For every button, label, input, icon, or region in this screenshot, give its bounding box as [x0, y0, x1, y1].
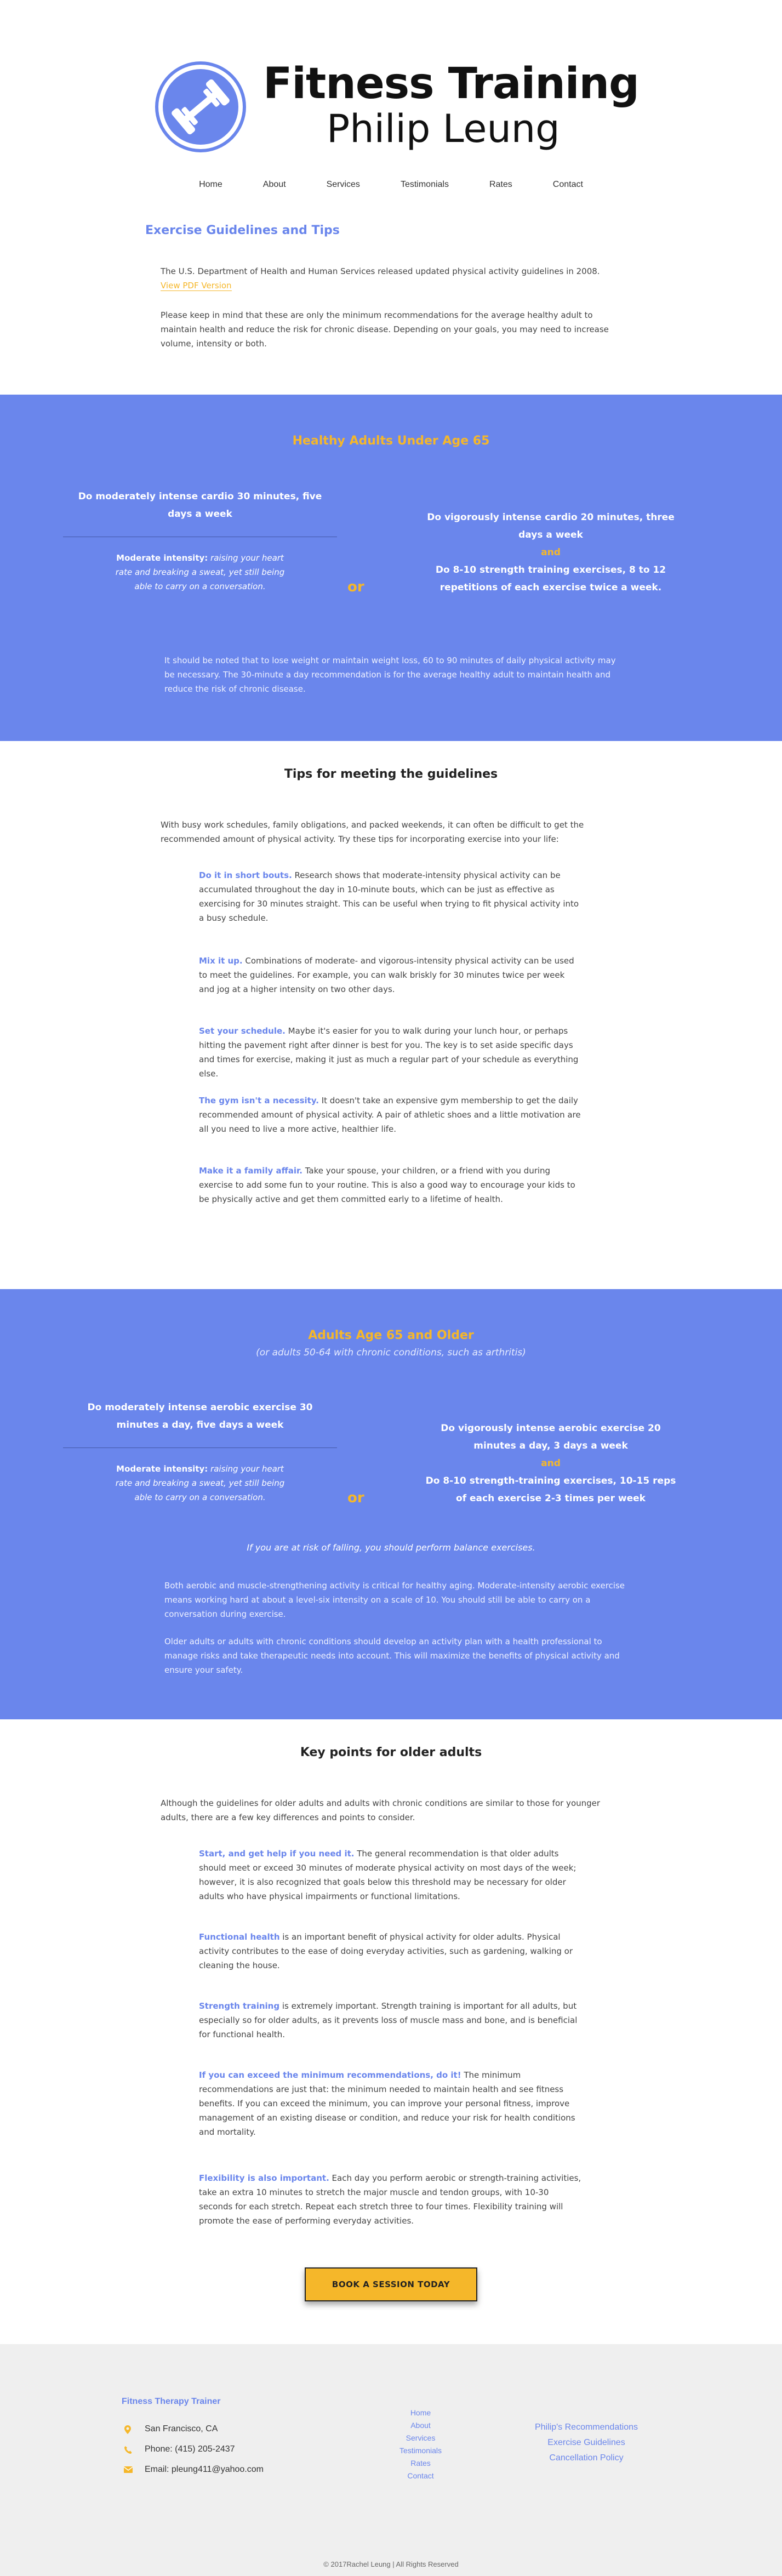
- book-session-button[interactable]: BOOK A SESSION TODAY: [304, 2267, 478, 2301]
- moderate-desc: Moderate intensity: raising your heart r…: [63, 1462, 337, 1504]
- footer-location: San Francisco, CA: [124, 2424, 218, 2434]
- key-point-item: Strength training is extremely important…: [199, 1999, 583, 2042]
- site-subtitle: Philip Leung: [327, 106, 560, 151]
- footer-resources: Philip's Recommendations Exercise Guidel…: [523, 2420, 649, 2466]
- key-points-heading: Key points for older adults: [300, 1746, 482, 1759]
- footer-phone: Phone: (415) 205-2437: [124, 2444, 235, 2454]
- vigorous-text: Do vigorously intense cardio 20 minutes,…: [427, 512, 675, 540]
- tip-item: The gym isn't a necessity. It doesn't ta…: [199, 1093, 583, 1136]
- location-pin-icon: [124, 2425, 132, 2434]
- tip-item: Do it in short bouts. Research shows tha…: [199, 868, 583, 925]
- band-title: Healthy Adults Under Age 65: [292, 434, 490, 448]
- tips-lead: With busy work schedules, family obligat…: [161, 820, 584, 844]
- footer-email-text[interactable]: Email: pleung411@yahoo.com: [145, 2465, 264, 2475]
- moderate-column: Do moderately intense aerobic exercise 3…: [63, 1399, 337, 1504]
- page-title: Exercise Guidelines and Tips: [145, 224, 340, 237]
- tip-keyword: Set your schedule.: [199, 1026, 286, 1036]
- moderate-label: Moderate intensity:: [116, 553, 208, 563]
- strength-text: Do 8-10 strength-training exercises, 10-…: [425, 1475, 676, 1504]
- moderate-heading: Do moderately intense aerobic exercise 3…: [87, 1402, 313, 1431]
- activity-plan-note: Older adults or adults with chronic cond…: [164, 1637, 620, 1675]
- tip-keyword: The gym isn't a necessity.: [199, 1096, 319, 1105]
- key-point-keyword: Functional health: [199, 1932, 280, 1942]
- tips-section: Tips for meeting the guidelines With bus…: [0, 741, 782, 1289]
- aerobic-note: Both aerobic and muscle-strengthening ac…: [164, 1581, 625, 1619]
- moderate-heading: Do moderately intense cardio 30 minutes,…: [78, 491, 322, 520]
- site-title: Fitness Training: [263, 59, 640, 109]
- older-adults-section: Key points for older adults Although the…: [0, 1719, 782, 2344]
- footer-link-about[interactable]: About: [386, 2419, 455, 2432]
- site-footer: Fitness Therapy Trainer San Francisco, C…: [0, 2344, 782, 2576]
- over-65-section: Adults Age 65 and Older (or adults 50-64…: [0, 1289, 782, 1719]
- footer-link-contact[interactable]: Contact: [386, 2470, 455, 2482]
- or-divider: or: [347, 579, 364, 595]
- band-title: Adults Age 65 and Older: [308, 1329, 474, 1342]
- weight-loss-note: It should be noted that to lose weight o…: [164, 656, 616, 694]
- key-point-keyword: Strength training: [199, 2001, 280, 2011]
- key-point-text: The minimum recommendations are just tha…: [199, 2070, 575, 2137]
- site-header: Fitness Training Philip Leung Home About…: [0, 0, 782, 189]
- footer-nav: Home About Services Testimonials Rates C…: [386, 2407, 455, 2482]
- copyright: © 2017Rachel Leung | All Rights Reserved: [323, 2560, 459, 2568]
- phone-icon: [124, 2446, 132, 2454]
- view-pdf-link[interactable]: View PDF Version: [161, 281, 232, 291]
- cta-wrap: BOOK A SESSION TODAY: [0, 2267, 782, 2301]
- footer-link-guidelines[interactable]: Exercise Guidelines: [523, 2435, 649, 2450]
- key-point-keyword: Start, and get help if you need it.: [199, 1849, 355, 1859]
- footer-link-home[interactable]: Home: [386, 2407, 455, 2419]
- tip-item: Set your schedule. Maybe it's easier for…: [199, 1024, 583, 1081]
- tip-item: Make it a family affair. Take your spous…: [199, 1164, 583, 1206]
- tips-heading: Tips for meeting the guidelines: [284, 767, 498, 781]
- tip-keyword: Mix it up.: [199, 956, 243, 966]
- footer-title: Fitness Therapy Trainer: [122, 2397, 221, 2406]
- intro-paragraph-2: Please keep in mind that these are only …: [161, 310, 609, 349]
- under-65-section: Healthy Adults Under Age 65 Do moderatel…: [0, 395, 782, 741]
- balance-note: If you are at risk of falling, you shoul…: [247, 1542, 535, 1553]
- tip-keyword: Make it a family affair.: [199, 1166, 302, 1176]
- tip-text: Combinations of moderate- and vigorous-i…: [199, 956, 574, 994]
- band-subtitle: (or adults 50-64 with chronic conditions…: [256, 1347, 526, 1358]
- moderate-desc: Moderate intensity: raising your heart r…: [63, 551, 337, 594]
- or-divider: or: [347, 1490, 364, 1506]
- moderate-label: Moderate intensity:: [116, 1464, 208, 1474]
- footer-phone-text[interactable]: Phone: (415) 205-2437: [145, 2444, 235, 2454]
- tip-keyword: Do it in short bouts.: [199, 870, 292, 880]
- tip-item: Mix it up. Combinations of moderate- and…: [199, 954, 583, 996]
- intro-section: Exercise Guidelines and Tips The U.S. De…: [0, 186, 782, 395]
- footer-link-rates[interactable]: Rates: [386, 2457, 455, 2470]
- footer-link-testimonials[interactable]: Testimonials: [386, 2444, 455, 2457]
- key-point-item: Start, and get help if you need it. The …: [199, 1846, 583, 1903]
- strength-text: Do 8-10 strength training exercises, 8 t…: [435, 565, 666, 593]
- dumbbell-logo-icon[interactable]: [155, 61, 246, 152]
- footer-email: Email: pleung411@yahoo.com: [123, 2465, 264, 2475]
- and-label: and: [541, 1458, 561, 1469]
- footer-link-services[interactable]: Services: [386, 2432, 455, 2444]
- vigorous-text: Do vigorously intense aerobic exercise 2…: [441, 1423, 661, 1451]
- key-point-keyword: Flexibility is also important.: [199, 2173, 329, 2183]
- key-point-item: Functional health is an important benefi…: [199, 1930, 583, 1973]
- vigorous-column: Do vigorously intense cardio 20 minutes,…: [422, 509, 680, 596]
- key-point-keyword: If you can exceed the minimum recommenda…: [199, 2070, 461, 2080]
- key-point-item: If you can exceed the minimum recommenda…: [199, 2068, 583, 2139]
- footer-link-recommendations[interactable]: Philip's Recommendations: [523, 2420, 649, 2435]
- divider: [63, 1447, 337, 1448]
- footer-location-text: San Francisco, CA: [145, 2424, 218, 2433]
- and-label: and: [541, 547, 561, 558]
- vigorous-column: Do vigorously intense aerobic exercise 2…: [422, 1420, 680, 1507]
- key-points-lead: Although the guidelines for older adults…: [161, 1798, 601, 1822]
- intro-text: The U.S. Department of Health and Human …: [161, 266, 600, 276]
- footer-link-cancellation[interactable]: Cancellation Policy: [523, 2450, 649, 2466]
- moderate-column: Do moderately intense cardio 30 minutes,…: [63, 488, 337, 594]
- intro-paragraph-1: The U.S. Department of Health and Human …: [161, 264, 615, 293]
- key-point-item: Flexibility is also important. Each day …: [199, 2171, 583, 2228]
- envelope-icon: [123, 2466, 133, 2474]
